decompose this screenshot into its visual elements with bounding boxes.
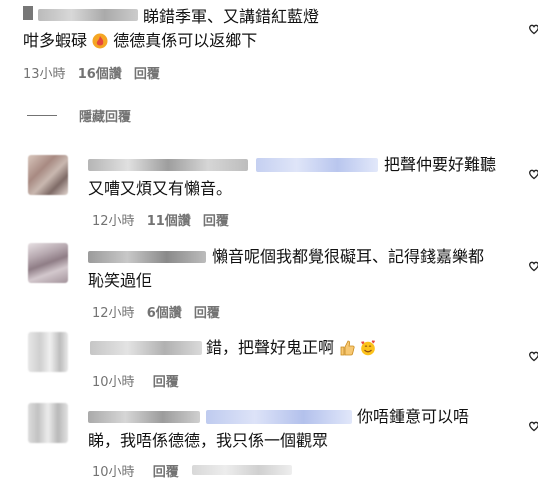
mention-blurred[interactable]: [256, 158, 378, 172]
comment-text-line2: 又嘈又煩又有懶音。: [88, 179, 233, 198]
like-heart-icon[interactable]: [528, 20, 538, 35]
username-blurred[interactable]: [88, 159, 248, 171]
comment-text-line2: 睇，我唔係德德，我只係一個觀眾: [88, 431, 329, 450]
reply-button[interactable]: 回覆: [153, 375, 179, 390]
like-heart-icon[interactable]: [528, 165, 538, 180]
like-heart-icon[interactable]: [528, 347, 538, 362]
like-count[interactable]: 16個讚: [78, 67, 122, 82]
timestamp: 12小時: [92, 306, 135, 321]
comment-meta: 12小時 6個讚 回覆: [92, 302, 220, 321]
divider-line: [27, 115, 57, 116]
comment-text-line1: 把聲仲要好難聽: [384, 155, 497, 174]
like-count[interactable]: 6個讚: [147, 306, 182, 321]
timestamp: 10小時: [92, 465, 135, 480]
reply-button[interactable]: 回覆: [194, 306, 220, 321]
avatar[interactable]: [28, 403, 68, 443]
avatar[interactable]: [28, 332, 68, 372]
comment-meta: 10小時 回覆: [92, 371, 179, 390]
timestamp: 13小時: [23, 67, 66, 82]
like-heart-icon[interactable]: [528, 417, 538, 432]
timestamp: 10小時: [92, 375, 135, 390]
reply-button[interactable]: 回覆: [203, 214, 229, 229]
comment-text-line2: 咁多蝦碌 德德真係可以返鄉下: [23, 31, 258, 50]
username-blurred[interactable]: [23, 6, 33, 20]
comment-meta: 10小時 回覆: [92, 461, 179, 480]
comment-text-line1: 睇錯季軍、又講錯紅藍燈: [143, 7, 320, 26]
thumbs-up-icon: [340, 340, 355, 356]
mention-blurred[interactable]: [206, 410, 352, 424]
comment-text-line1: 錯，把聲好鬼正啊: [206, 337, 376, 359]
username-blurred[interactable]: [88, 411, 200, 423]
username-blurred[interactable]: [38, 9, 138, 21]
like-heart-icon[interactable]: [528, 257, 538, 272]
reply-button[interactable]: 回覆: [153, 465, 179, 480]
timestamp: 12小時: [92, 214, 135, 229]
username-blurred[interactable]: [90, 341, 202, 355]
username-blurred[interactable]: [88, 251, 206, 263]
comment-meta: 12小時 11個讚 回覆: [92, 210, 229, 229]
like-count[interactable]: 11個讚: [147, 214, 191, 229]
fire-emoji-icon: [92, 33, 108, 49]
comment-text-line1: 懶音呢個我都覺很礙耳、記得錢嘉樂都: [212, 247, 485, 266]
avatar[interactable]: [28, 155, 68, 195]
smiling-face-with-hearts-icon: [361, 340, 376, 356]
reply-button[interactable]: 回覆: [134, 67, 160, 82]
translation-link-blurred[interactable]: [192, 465, 292, 475]
hide-replies-label[interactable]: 隱藏回覆: [79, 106, 131, 125]
comment-text-line2: 恥笑過佢: [88, 271, 153, 290]
avatar[interactable]: [28, 243, 68, 283]
comment-text-line1: 你唔鍾意可以唔: [357, 407, 470, 426]
comment-meta: 13小時 16個讚 回覆: [23, 63, 160, 82]
